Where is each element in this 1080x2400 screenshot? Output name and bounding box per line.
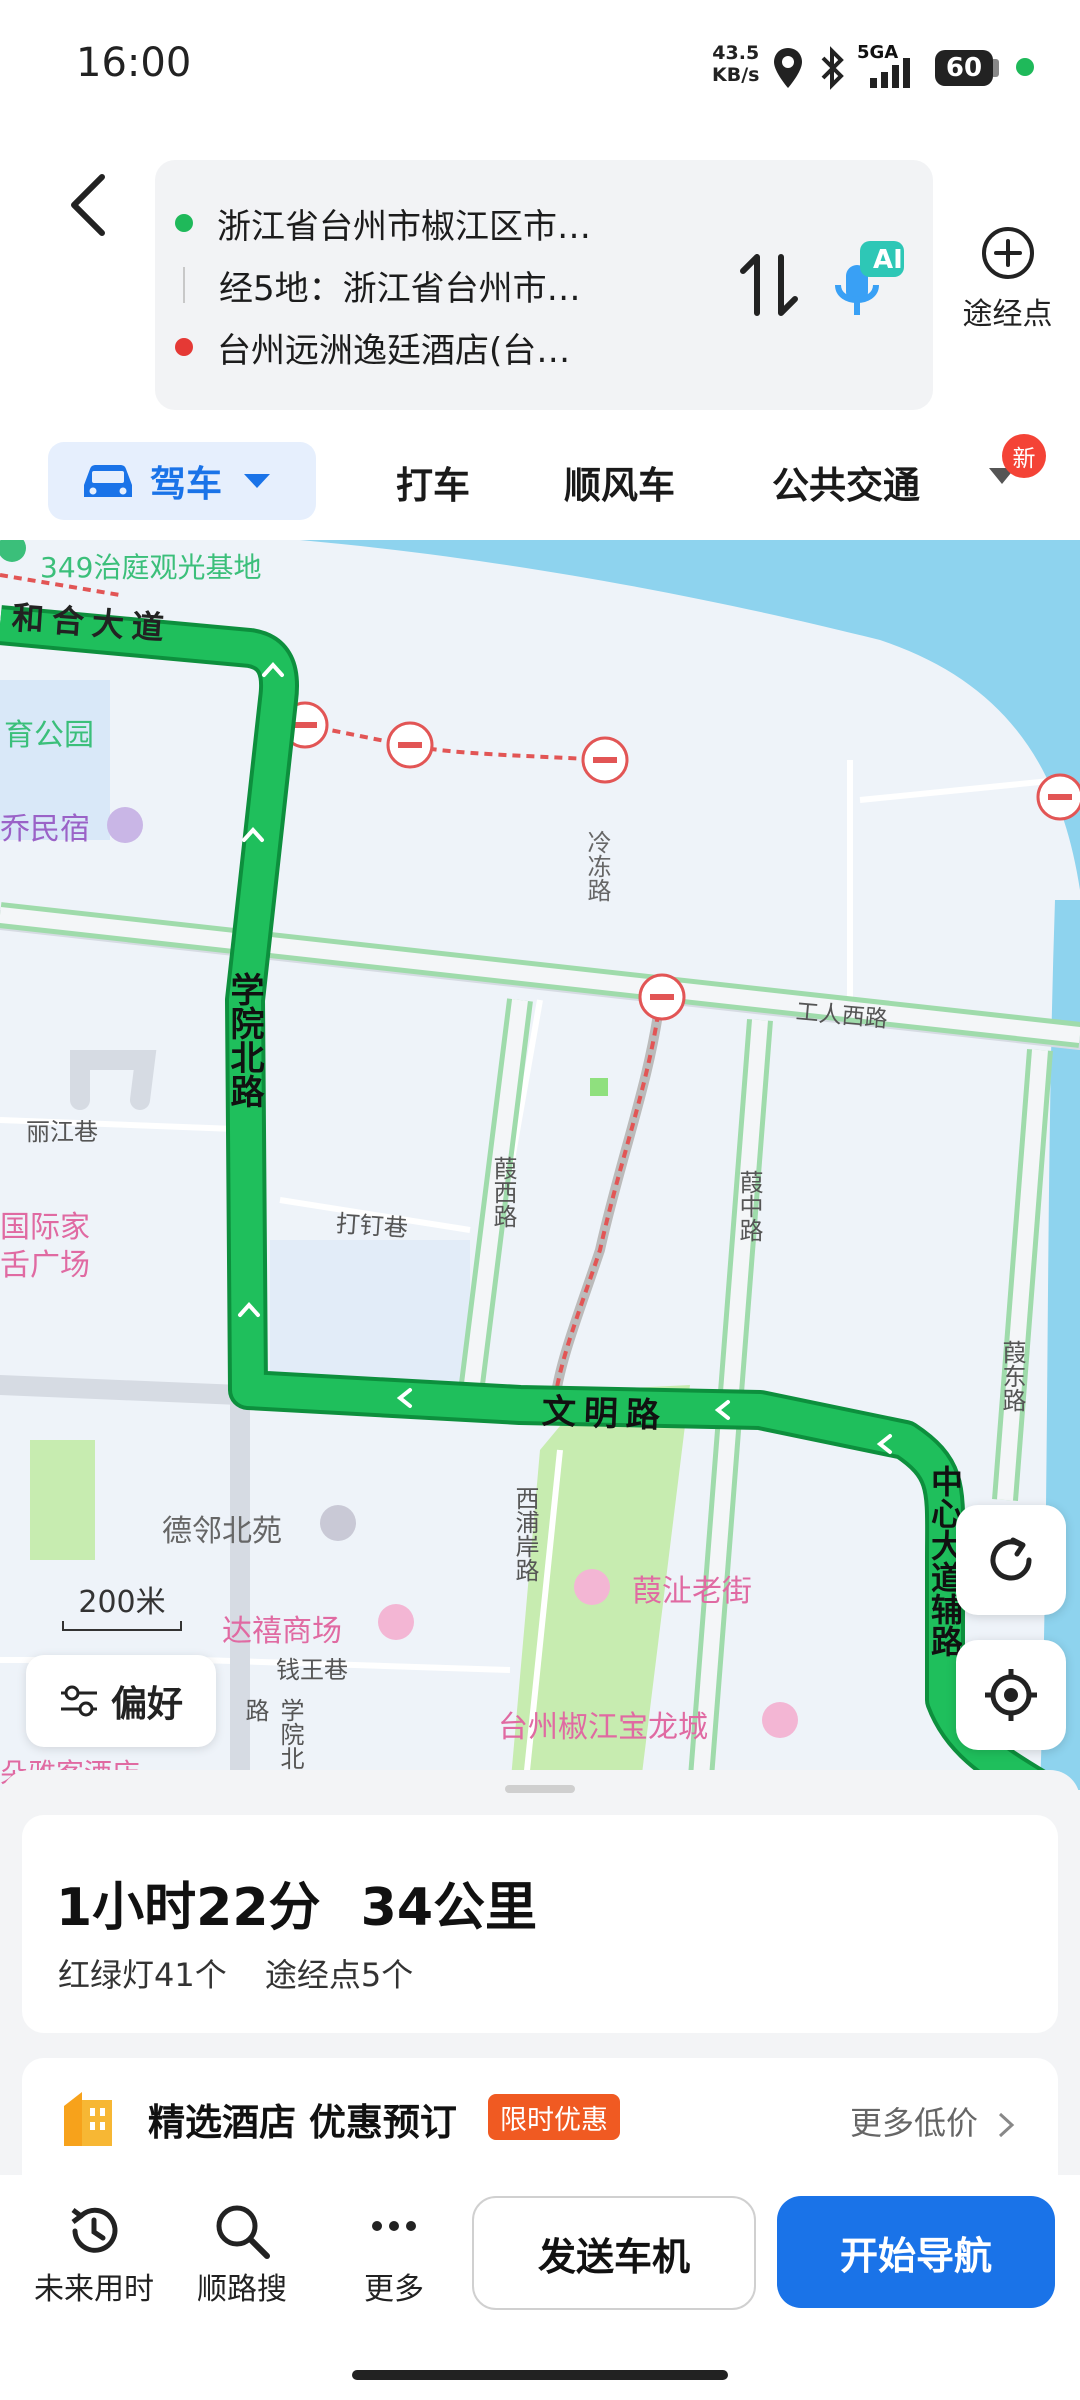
via-row[interactable]: 经5地：浙江省台州市… [155, 250, 581, 320]
more-button[interactable]: 更多 [324, 2198, 464, 2308]
route-summary-sub: 红绿灯41个 途经点5个 [58, 1950, 413, 1996]
map-label-dading-lane: 打钉巷 [334, 1209, 409, 1243]
start-navigation-button[interactable]: 开始导航 [777, 2196, 1055, 2308]
refresh-route-button[interactable] [956, 1505, 1066, 1615]
chevron-down-icon [244, 474, 271, 488]
clock-history-icon [71, 2207, 118, 2253]
car-icon [84, 465, 132, 497]
sliders-icon [60, 1685, 97, 1717]
signal-icon [870, 58, 910, 88]
destination-text: 台州远洲逸廷酒店(台… [217, 330, 571, 371]
along-route-search-label: 顺路搜 [197, 2272, 287, 2307]
destination-row[interactable]: 台州远洲逸廷酒店(台… [155, 312, 570, 382]
destination-dot [175, 338, 193, 356]
more-label: 更多 [364, 2272, 424, 2307]
preference-button[interactable]: 偏好 [26, 1655, 216, 1747]
map-scale: 200米 [62, 1577, 182, 1631]
more-dots-icon [372, 2221, 416, 2231]
network-speed-unit: KB/s [712, 64, 760, 86]
route-summary-main: 1小时22分 34公里 [56, 1865, 537, 1940]
map-label-laojie: 葭沚老街 [632, 1574, 752, 1609]
locate-button[interactable] [956, 1640, 1066, 1750]
traffic-lights-count: 红绿灯41个 [58, 1956, 227, 1994]
battery-indicator: 60 [935, 50, 993, 86]
add-waypoint-button[interactable]: 途经点 [950, 225, 1065, 345]
locate-icon [985, 1669, 1037, 1721]
map-label-xipu-road: 西浦岸路 [511, 1486, 539, 1582]
via-text: 经5地：浙江省台州市… [219, 268, 581, 309]
status-bar: 16:00 43.5 KB/s 5GA 60 [0, 0, 1080, 140]
origin-dot [175, 214, 193, 232]
map-label-lijiang-lane: 丽江巷 [26, 1118, 98, 1146]
preference-label: 偏好 [110, 1684, 183, 1725]
network-speed: 43.5 KB/s [712, 42, 759, 86]
add-circle-icon [981, 227, 1034, 279]
tab-taxi[interactable]: 打车 [396, 455, 470, 509]
ai-label: AI [873, 245, 903, 275]
map-label-top-poi: 349治庭观光基地 [40, 551, 262, 584]
map-label-wenming-road: 文明路 [541, 1391, 669, 1437]
ai-voice-button[interactable]: AI [830, 235, 910, 325]
map-label-xueyuan-road: 学院北路 [224, 972, 264, 1108]
location-icon [774, 48, 802, 88]
map-label-xiadong-road: 葭东路 [998, 1340, 1026, 1412]
sheet-handle[interactable] [505, 1785, 575, 1793]
map-label-guoji-2: 舌广场 [0, 1248, 90, 1283]
back-icon[interactable] [60, 165, 120, 245]
map-label-xiaxi-road: 葭西路 [489, 1156, 517, 1228]
route-summary-card[interactable]: 1小时22分 34公里 红绿灯41个 途经点5个 [22, 1815, 1058, 2033]
waypoints-count: 途经点5个 [264, 1956, 414, 1994]
map-label-lengdong-road: 冷冻路 [583, 830, 611, 902]
future-time-label: 未来用时 [34, 2272, 154, 2307]
via-line [183, 267, 185, 303]
along-route-search-button[interactable]: 顺路搜 [172, 2198, 312, 2308]
route-distance: 34公里 [360, 1878, 538, 1938]
waypoint-label: 途经点 [962, 297, 1053, 332]
swap-icon[interactable] [735, 245, 805, 325]
home-indicator[interactable] [352, 2370, 728, 2380]
map-label-delin: 德邻北苑 [162, 1514, 282, 1549]
tab-drive[interactable]: 驾车 [48, 442, 316, 520]
search-icon [216, 2205, 270, 2259]
status-time: 16:00 [76, 40, 192, 86]
tab-carpool[interactable]: 顺风车 [564, 455, 675, 509]
origin-text: 浙江省台州市椒江区市… [217, 206, 591, 247]
send-to-car-button[interactable]: 发送车机 [472, 2196, 756, 2310]
privacy-dot [1016, 58, 1034, 76]
promo-more-label: 更多低价 [850, 2104, 979, 2142]
new-badge: 新 [1002, 434, 1046, 478]
route-input-box[interactable]: 浙江省台州市椒江区市… 经5地：浙江省台州市… 台州远洲逸廷酒店(台… [155, 160, 933, 410]
bluetooth-icon [821, 46, 844, 90]
chevron-right-icon [999, 2112, 1015, 2138]
map-label-baolong: 台州椒江宝龙城 [498, 1710, 708, 1745]
tab-drive-label: 驾车 [150, 464, 223, 505]
map-label-xiazhong-road: 葭中路 [735, 1170, 763, 1242]
scale-label: 200米 [78, 1585, 166, 1620]
map-label-qianwang-lane: 钱王巷 [276, 1656, 348, 1684]
promo-title: 精选酒店 优惠预订 [148, 2101, 457, 2144]
map-label-homestay: 乔民宿 [0, 812, 90, 847]
hotel-building-icon [64, 2092, 112, 2146]
battery-cap [993, 59, 999, 77]
refresh-icon [990, 1537, 1032, 1581]
promo-limited-tag: 限时优惠 [488, 2094, 620, 2140]
route-duration: 1小时22分 [56, 1878, 321, 1938]
hotel-promo-card[interactable]: 精选酒店 优惠预订 限时优惠 更多低价 [22, 2058, 1058, 2178]
network-speed-value: 43.5 [712, 42, 760, 64]
promo-more-link[interactable]: 更多低价 [850, 2098, 1018, 2144]
tab-transit[interactable]: 公共交通 [772, 455, 920, 509]
map-label-daxi: 达禧商场 [222, 1614, 342, 1649]
future-time-button[interactable]: 未来用时 [24, 2198, 164, 2308]
origin-row[interactable]: 浙江省台州市椒江区市… [155, 188, 591, 258]
map-label-park: 育公园 [4, 718, 94, 753]
scale-bar [62, 1621, 182, 1631]
